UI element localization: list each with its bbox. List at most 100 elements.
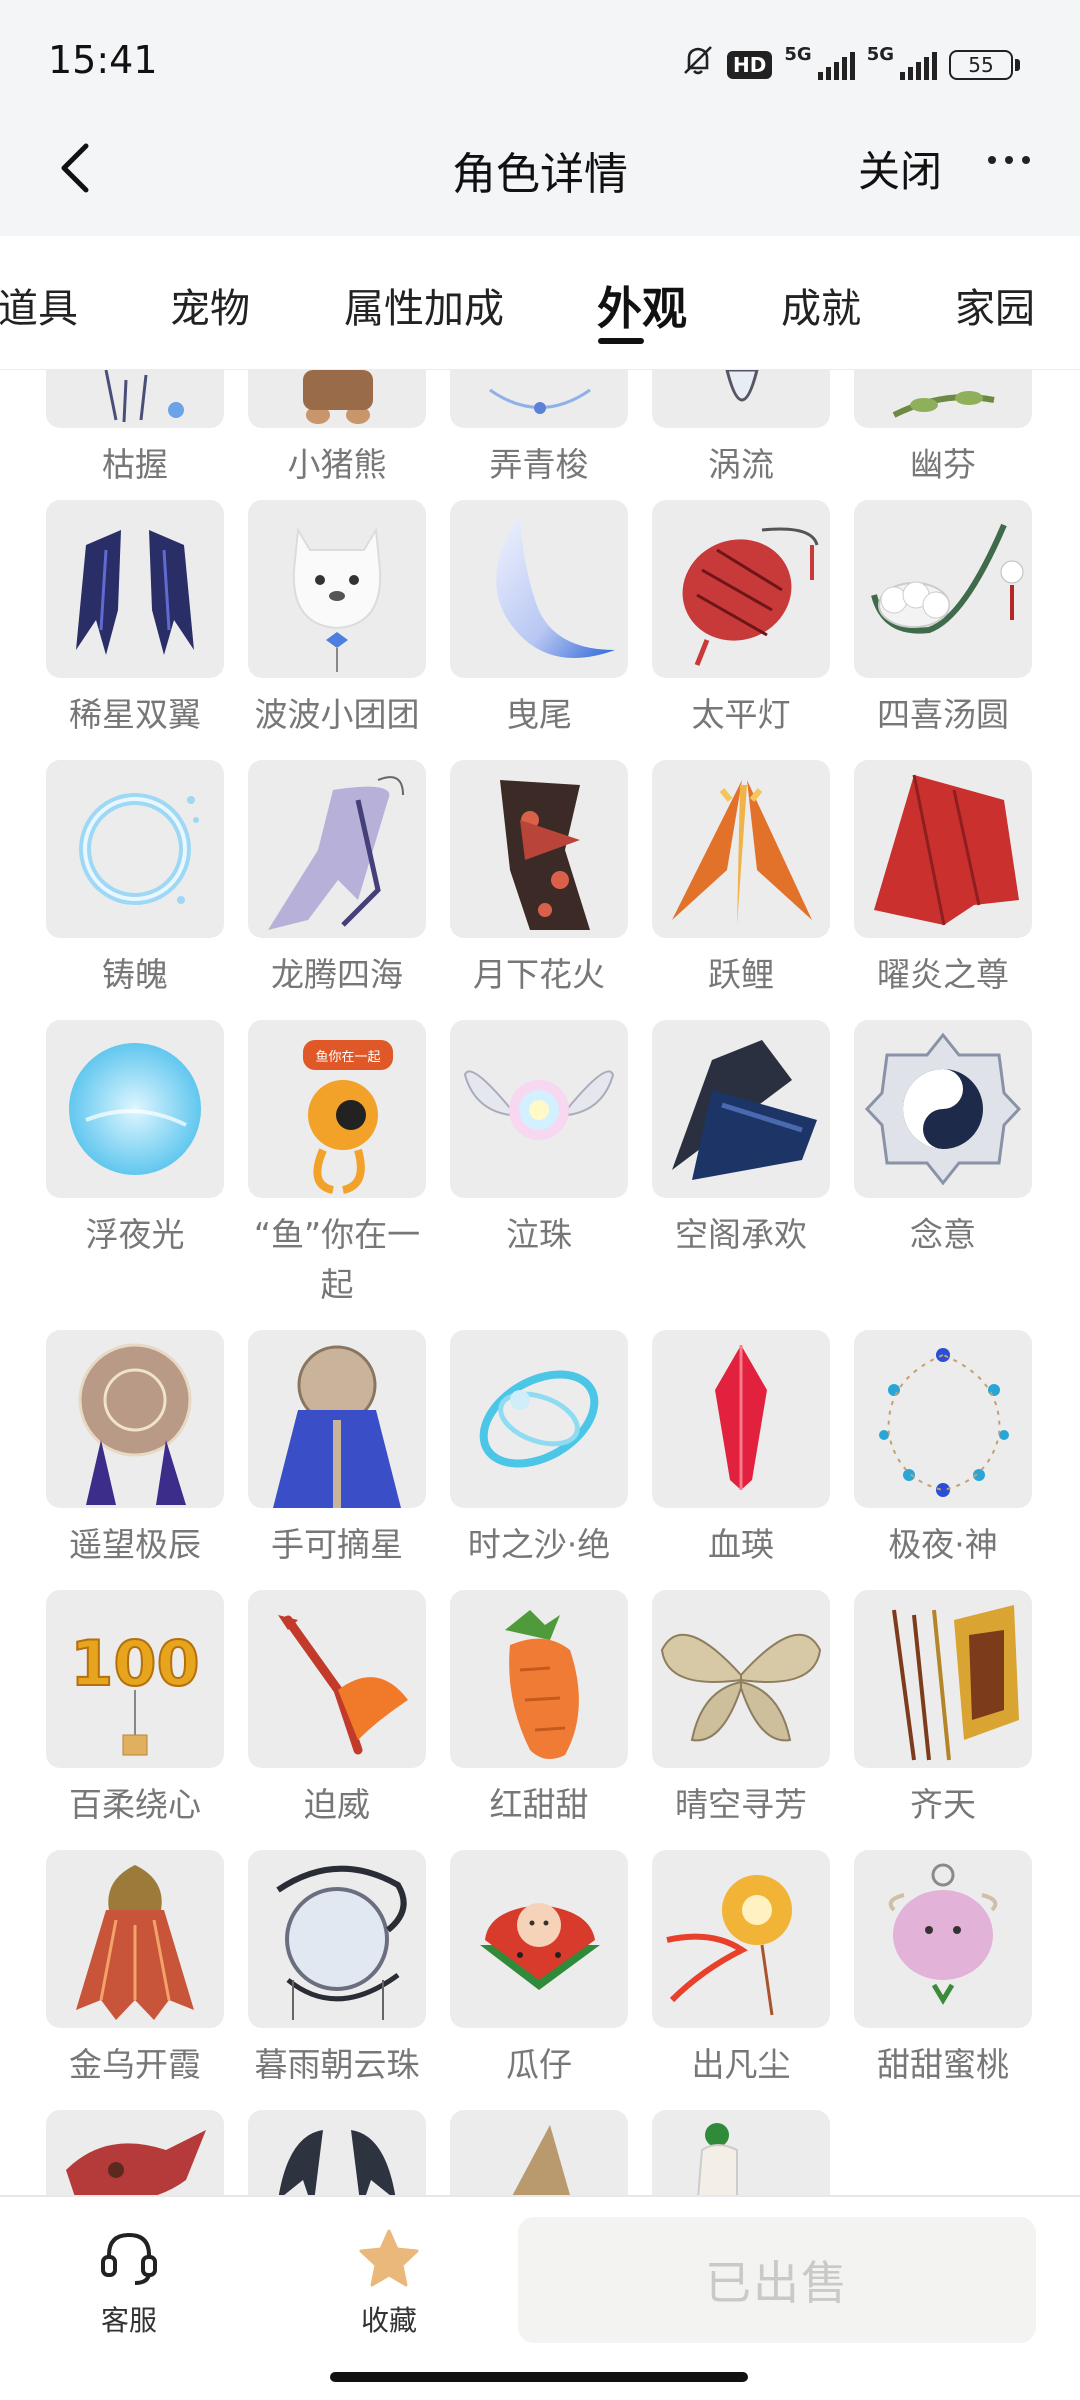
- appearance-item[interactable]: [46, 2110, 224, 2195]
- item-thumbnail: [450, 370, 628, 428]
- appearance-item[interactable]: 四喜汤圆: [854, 500, 1032, 740]
- appearance-item[interactable]: 泣珠: [450, 1020, 628, 1260]
- status-time: 15:41: [48, 38, 158, 82]
- appearance-item[interactable]: 甜甜蜜桃: [854, 1850, 1032, 2090]
- close-button[interactable]: 关闭: [858, 138, 942, 199]
- network-type-1: 5G: [784, 44, 812, 65]
- item-thumbnail: [248, 1850, 426, 2028]
- appearance-item[interactable]: 晴空寻芳: [652, 1590, 830, 1830]
- appearance-item[interactable]: 暮雨朝云珠: [248, 1850, 426, 2090]
- item-thumbnail: [46, 2110, 224, 2195]
- item-thumbnail: [450, 2110, 628, 2195]
- item-name: 晴空寻芳: [675, 1785, 807, 1824]
- tab-appearance[interactable]: 外观: [597, 272, 687, 337]
- item-thumbnail: [46, 760, 224, 938]
- appearance-item[interactable]: [450, 2110, 628, 2195]
- item-name: 血瑛: [708, 1525, 774, 1564]
- appearance-item[interactable]: 手可摘星: [248, 1330, 426, 1570]
- appearance-item[interactable]: 小猪熊: [248, 370, 426, 490]
- item-name: 泣珠: [506, 1215, 572, 1254]
- item-thumbnail: [854, 500, 1032, 678]
- appearance-item[interactable]: 齐天: [854, 1590, 1032, 1830]
- item-thumbnail: [248, 760, 426, 938]
- customer-service-button[interactable]: 客服: [69, 2227, 189, 2339]
- appearance-item[interactable]: 太平灯: [652, 500, 830, 740]
- item-thumbnail: [248, 370, 426, 428]
- item-thumbnail: [854, 1020, 1032, 1198]
- appearance-item[interactable]: 鱼你在一起 “鱼”你在一起: [248, 1020, 426, 1310]
- item-thumbnail: [652, 760, 830, 938]
- appearance-item[interactable]: 瓜仔: [450, 1850, 628, 2090]
- network-type-2: 5G: [866, 44, 894, 65]
- item-name: 涡流: [708, 445, 774, 484]
- item-thumbnail: [450, 1850, 628, 2028]
- top-zone: 15:41 HD 5G 5G 55 角色详情 关闭: [0, 0, 1080, 236]
- item-thumbnail: [854, 760, 1032, 938]
- appearance-item[interactable]: 曳尾: [450, 500, 628, 740]
- appearance-item[interactable]: 涡流: [652, 370, 830, 490]
- appearance-item[interactable]: 枯握: [46, 370, 224, 490]
- appearance-item[interactable]: 月下花火: [450, 760, 628, 1000]
- appearance-item[interactable]: 红甜甜: [450, 1590, 628, 1830]
- appearance-item[interactable]: 金乌开霞: [46, 1850, 224, 2090]
- item-thumbnail: [652, 500, 830, 678]
- appearance-item[interactable]: 迫威: [248, 1590, 426, 1830]
- appearance-item[interactable]: [652, 2110, 830, 2195]
- item-name: 遥望极辰: [69, 1525, 201, 1564]
- item-thumbnail: 100: [46, 1590, 224, 1768]
- tab-home[interactable]: 家园: [955, 276, 1035, 334]
- appearance-item[interactable]: [248, 2110, 426, 2195]
- item-name: 甜甜蜜桃: [877, 2045, 1009, 2084]
- item-name: 极夜·神: [888, 1525, 998, 1564]
- appearance-item[interactable]: 跃鲤: [652, 760, 830, 1000]
- appearance-item[interactable]: 遥望极辰: [46, 1330, 224, 1570]
- appearance-item[interactable]: 极夜·神: [854, 1330, 1032, 1570]
- item-thumbnail: [652, 370, 830, 428]
- appearance-item[interactable]: 浮夜光: [46, 1020, 224, 1260]
- tab-achievements[interactable]: 成就: [781, 276, 861, 334]
- appearance-item[interactable]: 100 百柔绕心: [46, 1590, 224, 1830]
- item-thumbnail: [652, 1020, 830, 1198]
- item-name: 跃鲤: [708, 955, 774, 994]
- appearance-item[interactable]: 念意: [854, 1020, 1032, 1260]
- home-indicator[interactable]: [330, 2372, 748, 2382]
- item-thumbnail: [854, 370, 1032, 428]
- appearance-item[interactable]: 铸魄: [46, 760, 224, 1000]
- tab-pets[interactable]: 宠物: [170, 276, 250, 334]
- item-name: “鱼”你在一起: [253, 1215, 421, 1304]
- item-thumbnail: [46, 1020, 224, 1198]
- item-thumbnail: [46, 500, 224, 678]
- category-tabs: 道具 宠物 属性加成 外观 成就 家园: [0, 236, 1080, 370]
- item-thumbnail: [854, 1850, 1032, 2028]
- item-thumbnail: [854, 1590, 1032, 1768]
- item-name: 四喜汤圆: [877, 695, 1009, 734]
- item-thumbnail: 鱼你在一起: [248, 1020, 426, 1198]
- appearance-item[interactable]: 出凡尘: [652, 1850, 830, 2090]
- item-thumbnail: [450, 1590, 628, 1768]
- appearance-item[interactable]: 龙腾四海: [248, 760, 426, 1000]
- appearance-item[interactable]: 幽芬: [854, 370, 1032, 490]
- item-name: 太平灯: [691, 695, 791, 734]
- item-name: 出凡尘: [691, 2045, 791, 2084]
- item-thumbnail: [46, 1330, 224, 1508]
- favorite-button[interactable]: 收藏: [329, 2227, 449, 2339]
- sold-out-button[interactable]: 已出售: [518, 2217, 1036, 2343]
- item-thumbnail: [248, 1590, 426, 1768]
- tab-items[interactable]: 道具: [0, 276, 78, 334]
- item-name: 迫威: [304, 1785, 370, 1824]
- appearance-item[interactable]: 波波小团团: [248, 500, 426, 740]
- appearance-item[interactable]: 曜炎之尊: [854, 760, 1032, 1000]
- item-thumbnail: [450, 500, 628, 678]
- appearance-item[interactable]: 空阁承欢: [652, 1020, 830, 1260]
- tab-attribute-bonus[interactable]: 属性加成: [344, 276, 504, 334]
- item-thumbnail: [652, 1590, 830, 1768]
- item-name: 铸魄: [102, 955, 168, 994]
- appearance-item[interactable]: 血瑛: [652, 1330, 830, 1570]
- item-name: 浮夜光: [85, 1215, 185, 1254]
- appearance-item[interactable]: 时之沙·绝: [450, 1330, 628, 1570]
- bottom-action-bar: 客服 收藏 已出售: [0, 2195, 1080, 2400]
- appearance-item[interactable]: 弄青梭: [450, 370, 628, 490]
- more-options-icon[interactable]: [988, 156, 1030, 164]
- customer-service-label: 客服: [100, 2304, 157, 2337]
- appearance-item[interactable]: 稀星双翼: [46, 500, 224, 740]
